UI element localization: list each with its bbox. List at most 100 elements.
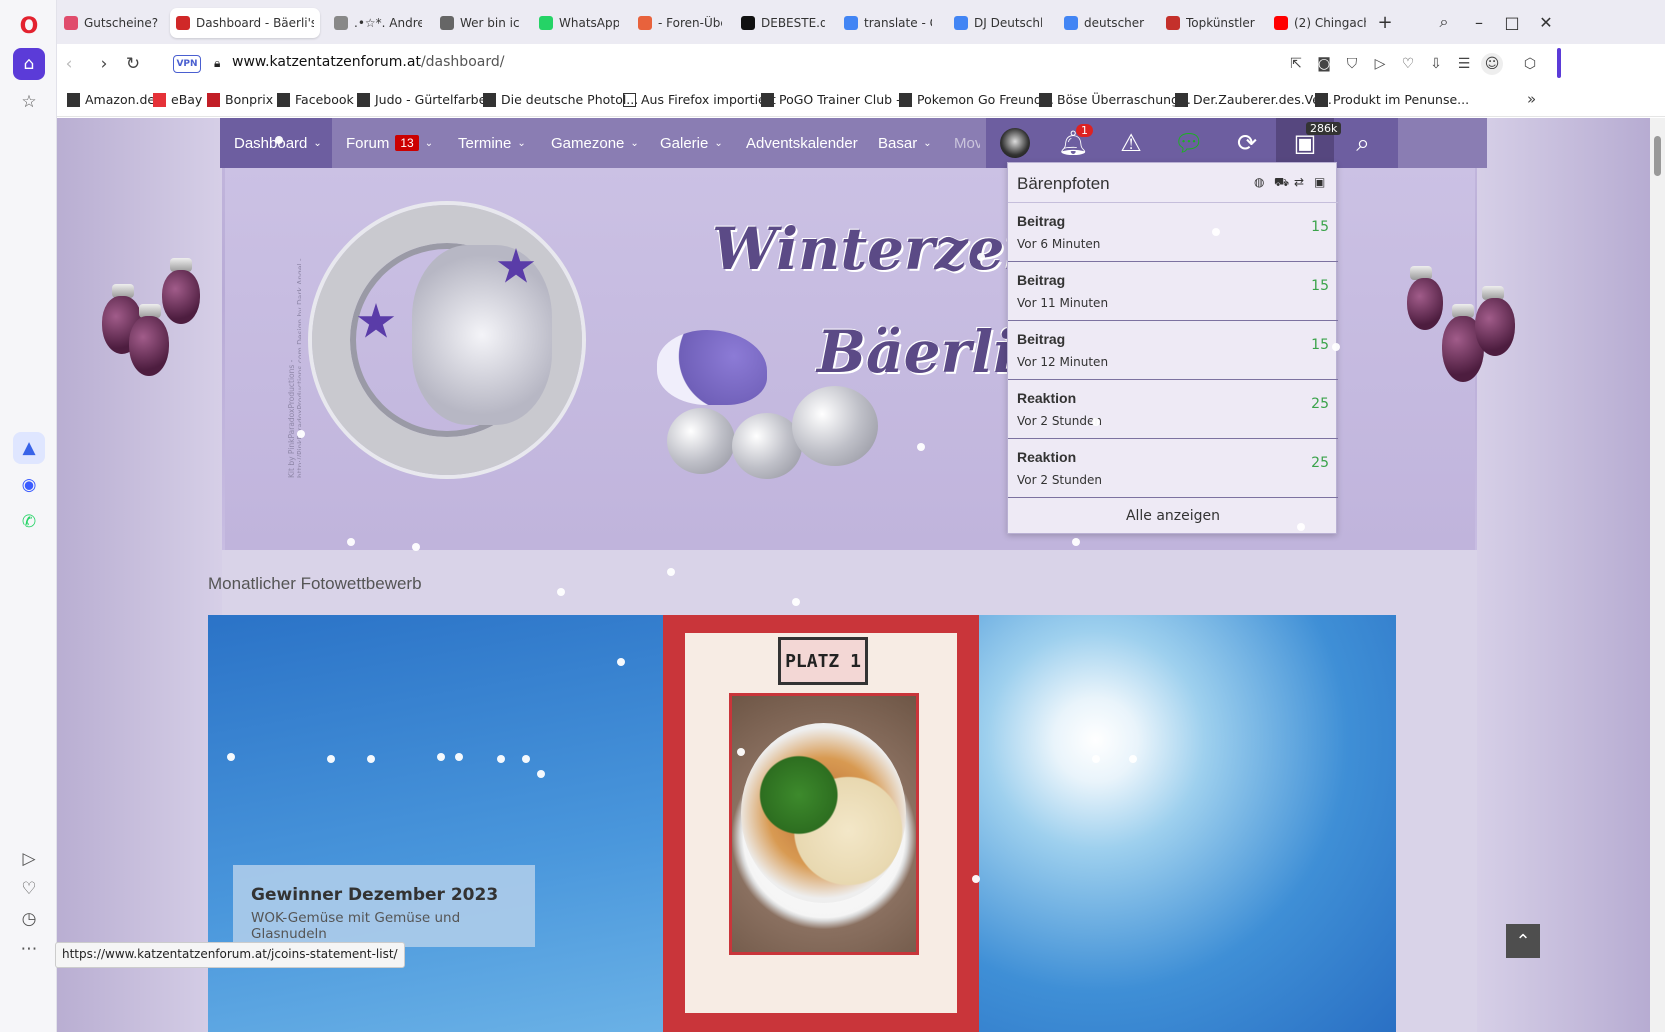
tab[interactable]: Gutscheine? - F [58, 8, 166, 38]
jcoins-entry[interactable]: Reaktion Vor 2 Stunden 25 [1008, 380, 1338, 439]
whatsapp-icon[interactable]: ✆ [13, 506, 45, 538]
snowflake [347, 538, 355, 546]
close-window-button[interactable]: ✕ [1534, 10, 1558, 34]
page-scrollbar[interactable] [1650, 118, 1665, 1032]
lock-icon[interactable]: 🔒︎ [214, 56, 220, 71]
history-icon[interactable]: ◷ [13, 903, 45, 935]
bookmark-item[interactable]: PoGO Trainer Club -... [761, 92, 913, 107]
nav-item[interactable]: Gamezone ⌄ [537, 118, 646, 168]
scrollbar-thumb[interactable] [1654, 136, 1661, 176]
forward-button[interactable]: › [92, 52, 116, 76]
jcoins-entry[interactable]: Beitrag Vor 11 Minuten 15 [1008, 262, 1338, 321]
minimize-button[interactable]: – [1467, 10, 1491, 34]
snowflake [497, 755, 505, 763]
nav-item[interactable]: Galerie ⌄ [646, 118, 732, 168]
nav-item[interactable]: Mov [940, 118, 980, 168]
profile-icon[interactable]: ☺ [1481, 53, 1503, 75]
jcoins-entry[interactable]: Reaktion Vor 2 Stunden 25 [1008, 439, 1338, 498]
new-tab-button[interactable]: + [1373, 10, 1397, 34]
extensions-icon[interactable]: ⬡ [1519, 53, 1541, 75]
bookmark-item[interactable]: Amazon.de [67, 92, 155, 107]
more-icon[interactable]: ⋯ [13, 933, 45, 965]
download-icon[interactable]: ⇩ [1425, 53, 1447, 75]
camera-icon[interactable]: ◙ [1313, 53, 1335, 75]
tab-label: (2) Chingachgo [1294, 16, 1366, 30]
tab[interactable]: - Foren-Übersi [632, 8, 728, 38]
messenger-icon[interactable]: ◉ [13, 469, 45, 501]
play-icon[interactable]: ▷ [1369, 53, 1391, 75]
snowflake [367, 755, 375, 763]
bookmark-item[interactable]: Produkt im Penunse... [1315, 92, 1469, 107]
nav-item[interactable]: Forum 13 ⌄ [332, 118, 444, 168]
bookmark-item[interactable]: Bonprix [207, 92, 273, 107]
show-all-link[interactable]: Alle anzeigen [1008, 498, 1338, 534]
bookmarks-overflow-icon[interactable]: » [1527, 90, 1536, 108]
bell-icon[interactable]: 🔔︎ 1 [1044, 118, 1102, 168]
tab[interactable]: (2) Chingachgo [1268, 8, 1372, 38]
star-icon[interactable]: ☆ [13, 86, 45, 118]
maximize-button[interactable]: □ [1500, 10, 1524, 34]
globe-icon[interactable]: ◍ [1254, 175, 1264, 189]
refresh-icon[interactable]: ⟳ [1218, 118, 1276, 168]
tab[interactable]: deutscher DJ G [1058, 8, 1154, 38]
back-to-top-button[interactable]: ⌃ [1506, 924, 1540, 958]
player-icon[interactable]: ▷ [13, 843, 45, 875]
tab[interactable]: Wer bin ich? - [434, 8, 526, 38]
bookmark-item[interactable]: eBay [153, 92, 202, 107]
aria-icon[interactable]: ▲ [13, 432, 45, 464]
bookmark-item[interactable]: Facebook [277, 92, 354, 107]
bookmark-item[interactable]: Pokemon Go Freund... [899, 92, 1054, 107]
transfer-icon[interactable]: ⇄ [1294, 175, 1304, 189]
reload-button[interactable]: ↻ [121, 52, 145, 76]
shield-icon[interactable]: ⛉ [1341, 53, 1363, 75]
favorite-icon[interactable]: ♡ [1397, 53, 1419, 75]
bookmark-item[interactable]: Judo - Gürtelfarben [357, 92, 494, 107]
tab[interactable]: Dashboard - Bäerli's Tref [170, 8, 320, 38]
jcoins-entry[interactable]: Beitrag Vor 12 Minuten 15 [1008, 321, 1338, 380]
jcoins-entry[interactable]: Beitrag Vor 6 Minuten 15 [1008, 203, 1338, 262]
page-icon [207, 92, 220, 107]
chevron-down-icon: ⌄ [313, 137, 322, 149]
nav-item[interactable]: Adventskalender [732, 118, 864, 168]
bookmark-item[interactable]: Der.Zauberer.des.Ve... [1175, 92, 1332, 107]
home-icon[interactable]: ⌂ [13, 48, 45, 80]
nav-item[interactable]: Termine ⌄ [444, 118, 537, 168]
sidebar-indicator [1557, 48, 1561, 78]
url-field[interactable]: www.katzentatzenforum.at/dashboard/ [232, 54, 504, 70]
page-icon [483, 92, 496, 107]
heart-icon[interactable]: ♡ [13, 873, 45, 905]
back-button[interactable]: ‹ [57, 52, 81, 76]
nav-item-label: Adventskalender [746, 134, 858, 152]
tab[interactable]: .•☆*. Andrea's [328, 8, 428, 38]
winner-photo[interactable]: PLATZ 1 [663, 615, 979, 1032]
conversations-icon[interactable]: 💬︎ [1160, 118, 1218, 168]
tab[interactable]: WhatsApp [533, 8, 625, 38]
tab[interactable]: DEBESTE.de | L [735, 8, 831, 38]
nav-item-label: Forum [346, 134, 390, 152]
bookmark-item[interactable]: Die deutsche Photol... [483, 92, 638, 107]
search-tabs-icon[interactable]: ⌕ [1432, 10, 1456, 34]
vpn-badge[interactable]: VPN [173, 55, 201, 73]
easy-setup-icon[interactable]: ☰ [1453, 53, 1475, 75]
photo-slider[interactable]: PLATZ 1 Gewinner Dezember 2023 WOK-Gemüs… [208, 615, 1396, 1032]
bookmark-item[interactable]: Aus Firefox importiert [623, 92, 776, 107]
url-path: /dashboard/ [420, 54, 505, 70]
tab[interactable]: translate - Goo [838, 8, 938, 38]
money-icon[interactable]: ▣ [1314, 175, 1325, 189]
warning-icon[interactable]: ⚠︎ [1102, 118, 1160, 168]
opera-logo-icon[interactable]: O [13, 10, 45, 42]
tab-label: Gutscheine? - F [84, 16, 160, 30]
search-icon[interactable]: ⌕ [1334, 118, 1392, 168]
tab[interactable]: Topkünstler vo [1160, 8, 1262, 38]
entry-points: 15 [1311, 278, 1329, 294]
tab-favicon-icon [1166, 16, 1180, 30]
bookmark-item[interactable]: Böse Überraschung... [1039, 92, 1191, 107]
nav-item[interactable]: Basar ⌄ [864, 118, 940, 168]
jcoins-icon[interactable]: ▣ 286k [1276, 118, 1342, 168]
share-icon[interactable]: ⇱ [1285, 53, 1307, 75]
cart-icon[interactable]: ⛟ [1274, 175, 1289, 191]
tab[interactable]: DJ Deutschlan [948, 8, 1048, 38]
tab-label: deutscher DJ G [1084, 16, 1148, 30]
winner-caption[interactable]: Gewinner Dezember 2023 WOK-Gemüse mit Ge… [233, 865, 535, 947]
avatar[interactable] [986, 118, 1044, 168]
